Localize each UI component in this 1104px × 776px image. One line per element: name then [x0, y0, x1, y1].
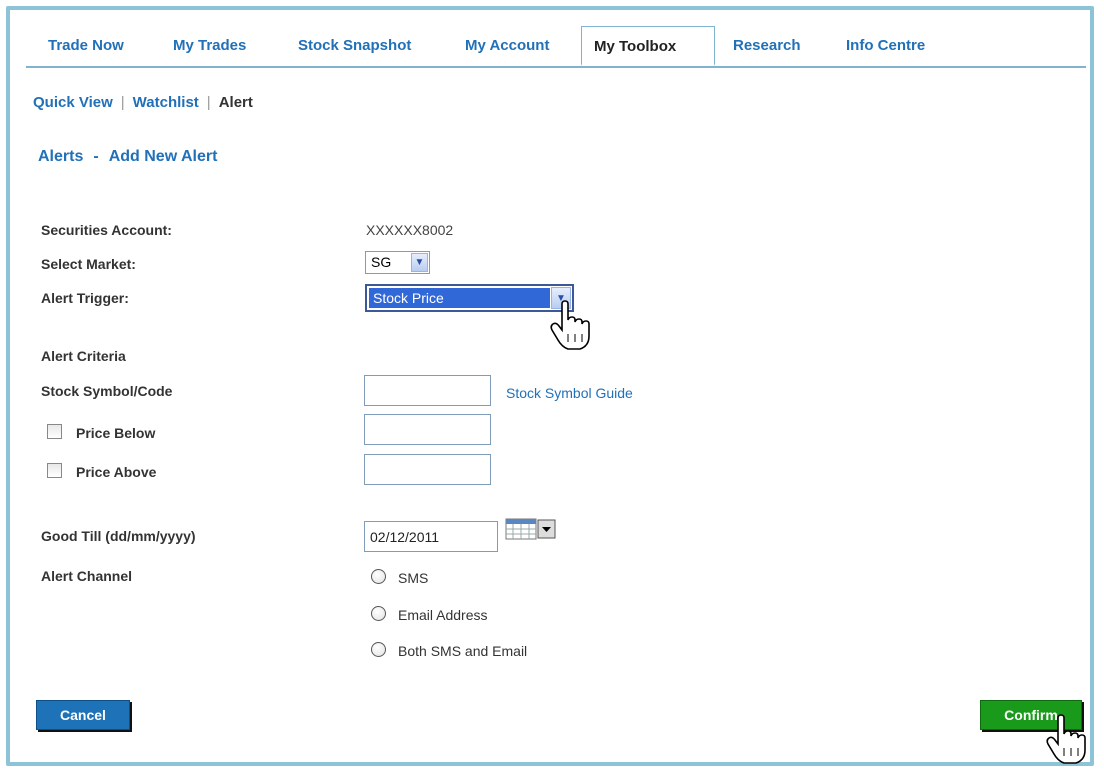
price-below-input[interactable] — [364, 414, 491, 445]
subnav-quick-view[interactable]: Quick View — [33, 94, 113, 111]
good-till-label: Good Till (dd/mm/yyyy) — [41, 528, 196, 544]
tab-research[interactable]: Research — [733, 34, 801, 58]
price-above-checkbox[interactable] — [47, 463, 62, 478]
securities-account-value: XXXXXX8002 — [366, 222, 454, 238]
alert-trigger-value: Stock Price — [369, 288, 550, 308]
alert-trigger-select[interactable]: Stock Price ▼ — [365, 284, 574, 312]
channel-both-radio[interactable] — [371, 642, 386, 657]
calendar-icon[interactable] — [505, 518, 557, 540]
price-above-input[interactable] — [364, 454, 491, 485]
alert-channel-label: Alert Channel — [41, 568, 133, 584]
tab-my-account[interactable]: My Account — [465, 34, 549, 58]
subnav-separator: | — [120, 94, 125, 111]
page-heading: Alerts - Add New Alert — [38, 148, 217, 166]
price-above-label: Price Above — [76, 464, 157, 480]
hand-cursor-icon — [1046, 714, 1086, 764]
tab-info-centre[interactable]: Info Centre — [846, 34, 925, 58]
price-below-label: Price Below — [76, 425, 156, 441]
securities-account-label: Securities Account: — [41, 222, 172, 238]
alert-trigger-label: Alert Trigger: — [41, 290, 129, 306]
alert-criteria-label: Alert Criteria — [41, 348, 126, 364]
price-below-checkbox[interactable] — [47, 424, 62, 439]
main-tab-bar: Trade Now My Trades Stock Snapshot My Ac… — [26, 26, 1086, 68]
channel-sms-radio[interactable] — [371, 569, 386, 584]
tab-stock-snapshot[interactable]: Stock Snapshot — [298, 34, 411, 58]
sub-navigation: Quick View | Watchlist | Alert — [33, 94, 253, 111]
tab-my-toolbox[interactable]: My Toolbox — [581, 26, 715, 66]
channel-email-radio[interactable] — [371, 606, 386, 621]
stock-symbol-guide-link[interactable]: Stock Symbol Guide — [506, 385, 633, 401]
channel-sms-label: SMS — [398, 570, 429, 586]
hand-cursor-icon — [550, 300, 590, 350]
good-till-date-input[interactable] — [364, 521, 498, 552]
subnav-alert: Alert — [218, 94, 253, 111]
stock-symbol-label: Stock Symbol/Code — [41, 383, 173, 399]
tab-trade-now[interactable]: Trade Now — [48, 34, 124, 58]
heading-alerts: Alerts — [38, 148, 84, 165]
heading-dash: - — [93, 148, 99, 165]
stock-symbol-input[interactable] — [364, 375, 491, 406]
heading-add-new-alert: Add New Alert — [108, 148, 218, 165]
tab-my-trades[interactable]: My Trades — [173, 34, 246, 58]
market-select-value: SG — [371, 254, 392, 270]
cancel-button[interactable]: Cancel — [36, 700, 130, 730]
channel-both-label: Both SMS and Email — [398, 643, 528, 659]
market-select[interactable]: SG ▼ — [365, 251, 430, 274]
subnav-watchlist[interactable]: Watchlist — [133, 94, 199, 111]
dropdown-arrow-icon: ▼ — [411, 253, 428, 272]
subnav-separator: | — [206, 94, 211, 111]
channel-email-label: Email Address — [398, 607, 488, 623]
select-market-label: Select Market: — [41, 256, 136, 272]
